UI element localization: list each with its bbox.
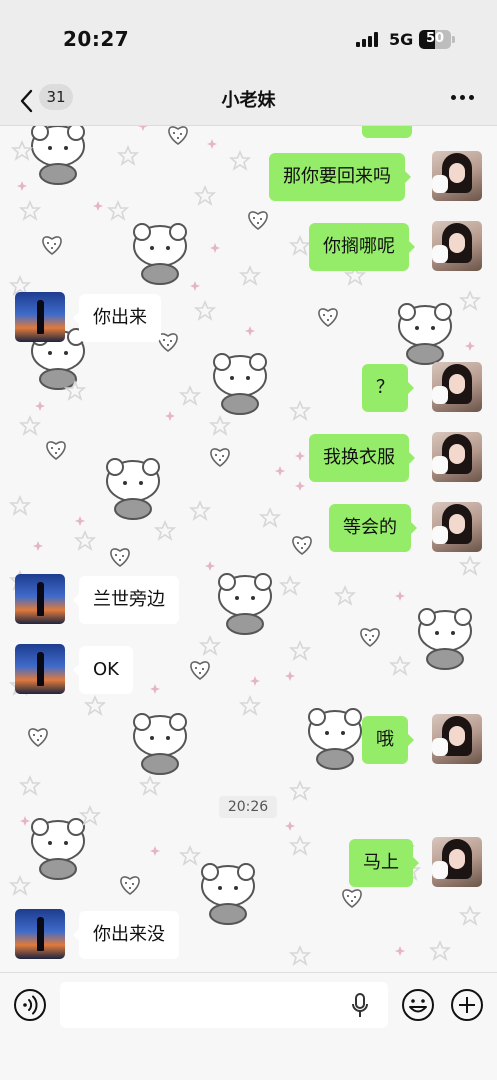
message-timestamp: 20:26 [219, 796, 277, 818]
my-avatar[interactable] [432, 837, 482, 887]
message-list[interactable]: 那你要回来吗 你搁哪呢 你出来 ？ 我换衣服 等会的 兰世旁边 OK 哦 20:… [0, 126, 497, 972]
plus-icon[interactable] [450, 988, 484, 1022]
message-bubble[interactable]: 马上 [349, 839, 419, 887]
status-time: 20:27 [63, 27, 130, 51]
message-input[interactable] [60, 982, 388, 1028]
message-bubble-partial [362, 126, 412, 138]
signal-icon [356, 32, 382, 47]
contact-avatar[interactable] [15, 574, 65, 624]
battery-icon: 50 [419, 30, 455, 49]
message-bubble[interactable]: ？ [362, 364, 414, 412]
message-bubble[interactable]: 你搁哪呢 [309, 223, 415, 271]
emoji-icon[interactable] [401, 988, 435, 1022]
message-bubble[interactable]: 你出来没 [73, 911, 179, 959]
message-bubble[interactable]: 兰世旁边 [73, 576, 179, 624]
microphone-icon[interactable] [350, 993, 370, 1019]
my-avatar[interactable] [432, 432, 482, 482]
contact-avatar[interactable] [15, 909, 65, 959]
more-icon[interactable] [451, 92, 475, 102]
my-avatar[interactable] [432, 221, 482, 271]
message-bubble[interactable]: 我换衣服 [309, 434, 415, 482]
network-label: 5G [389, 30, 414, 49]
message-bubble[interactable]: 等会的 [329, 504, 417, 552]
battery-level: 50 [425, 31, 445, 46]
status-bar: 20:27 5G 50 [0, 0, 497, 78]
voice-icon[interactable] [13, 988, 47, 1022]
message-bubble[interactable]: 那你要回来吗 [269, 153, 411, 201]
my-avatar[interactable] [432, 362, 482, 412]
input-bar [0, 972, 497, 1080]
message-bubble[interactable]: 你出来 [73, 294, 161, 342]
contact-avatar[interactable] [15, 292, 65, 342]
my-avatar[interactable] [432, 714, 482, 764]
my-avatar[interactable] [432, 151, 482, 201]
message-bubble[interactable]: OK [73, 646, 133, 694]
chat-title[interactable]: 小老妹 [0, 86, 497, 112]
message-bubble[interactable]: 哦 [362, 716, 414, 764]
chat-wallpaper [10, 126, 480, 965]
contact-avatar[interactable] [15, 644, 65, 694]
my-avatar[interactable] [432, 502, 482, 552]
